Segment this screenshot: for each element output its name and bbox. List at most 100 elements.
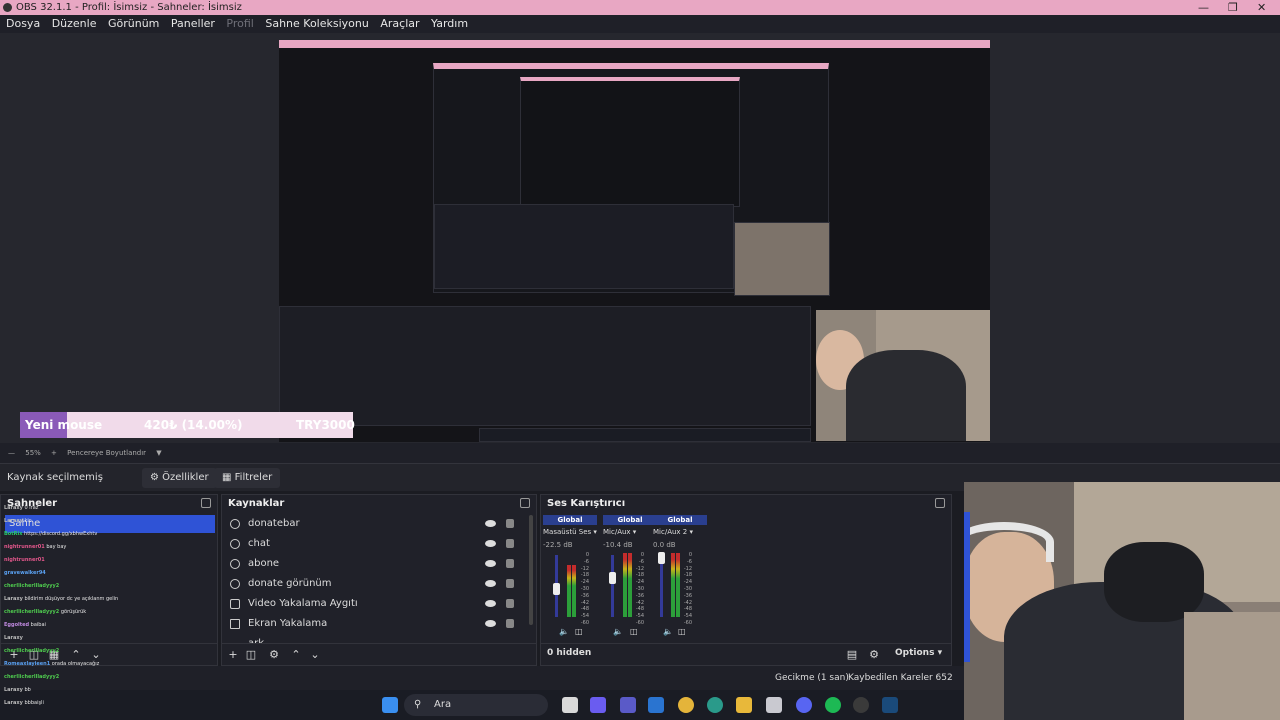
edge-icon[interactable] [707,697,723,713]
menu-help[interactable]: Yardım [431,17,468,30]
sources-dock: Kaynaklar donatebar chat abone donate gö… [221,494,537,666]
nested-obs-window [434,204,734,289]
gear-icon[interactable]: ⚙ [267,648,281,662]
move-up-icon[interactable]: ⌃ [289,648,303,662]
volume-knob[interactable] [609,572,616,584]
monitor-icon[interactable]: ◫ [678,627,686,636]
trash-icon[interactable]: ◫ [244,648,258,662]
source-item[interactable]: Ekran Yakalama [226,614,522,634]
window-title: OBS 32.1.1 - Profil: İsimsiz - Sahneler:… [16,2,242,13]
db-scale: 0 -6 -12 -18 -24 -30 -36 -42 -48 -54 -60 [580,552,589,626]
windows-start-icon[interactable] [382,697,398,713]
copilot-icon[interactable] [590,697,606,713]
source-item[interactable]: donatebar [226,514,522,534]
source-item[interactable]: donate görünüm [226,574,522,594]
move-up-icon[interactable]: ⌃ [69,648,83,662]
chrome-icon[interactable] [678,697,694,713]
sources-scrollbar[interactable] [529,515,533,625]
eye-icon[interactable] [485,540,496,547]
store-icon[interactable] [766,697,782,713]
add-source-button[interactable]: + [226,648,240,662]
source-item[interactable]: chat [226,534,522,554]
level-meter [676,553,680,617]
channel-name[interactable]: Mic/Aux ▾ [603,525,657,539]
volume-slider[interactable] [611,555,614,617]
close-button[interactable]: ✕ [1257,0,1266,15]
browser-source-icon [230,579,240,589]
mixer-header: Ses Karıştırıcı [547,498,626,509]
goal-amount: 420₺ (14.00%) [144,418,243,432]
scene-item-sahne[interactable]: Sahne [5,515,215,533]
channel-name[interactable]: Mic/Aux 2 ▾ [653,525,707,539]
maximize-button[interactable]: ❐ [1228,0,1238,15]
minimize-button[interactable]: — [1198,0,1209,15]
obs-logo-icon [3,3,12,12]
lock-icon[interactable] [506,579,514,588]
teams-icon[interactable] [620,697,636,713]
lock-icon[interactable] [506,539,514,548]
taskbar: ⚲ Ara [0,690,964,720]
menu-view[interactable]: Görünüm [108,17,159,30]
eye-icon[interactable] [485,580,496,587]
level-meter [628,553,632,617]
latency-status: Gecikme (1 san) [775,673,849,683]
undock-icon[interactable] [935,498,945,508]
scenes-toolbar: + ◫ ▦ ⌃ ⌄ [1,643,217,665]
menu-edit[interactable]: Düzenle [52,17,97,30]
monitor-icon[interactable]: ◫ [630,627,638,636]
undock-icon[interactable] [520,498,530,508]
menu-docks[interactable]: Paneller [171,17,215,30]
nested-preview [433,63,830,296]
chevron-down-icon[interactable]: ▼ [156,449,161,457]
discord-icon[interactable] [796,697,812,713]
lock-icon[interactable] [506,519,514,528]
source-item[interactable]: abone [226,554,522,574]
file-explorer-icon[interactable] [736,697,752,713]
menu-file[interactable]: Dosya [6,17,40,30]
level-meter [623,553,627,617]
menu-bar: Dosya Düzenle Görünüm Paneller Profil Sa… [0,15,1280,33]
steam-icon[interactable] [882,697,898,713]
mail-icon[interactable] [648,697,664,713]
scene-filters-icon[interactable]: ▦ [47,648,61,662]
properties-button[interactable]: ⚙ Özellikler [142,468,217,488]
eye-icon[interactable] [485,620,496,627]
zoom-out-button[interactable]: — [8,449,15,457]
obs-icon[interactable] [853,697,869,713]
lock-icon[interactable] [506,619,514,628]
menu-scene-collection[interactable]: Sahne Koleksiyonu [265,17,369,30]
options-button[interactable]: Options ▾ [895,648,942,658]
filters-button[interactable]: ▦ Filtreler [214,468,281,488]
volume-knob[interactable] [658,552,665,564]
resize-to-window[interactable]: Pencereye Boyutlandır [67,449,146,457]
speaker-icon[interactable]: 🔈 [613,627,623,636]
channel-name[interactable]: Masaüstü Ses ▾ [543,525,597,539]
volume-slider[interactable] [660,555,663,617]
nested-taskbar [479,428,811,442]
move-down-icon[interactable]: ⌄ [89,648,103,662]
undock-icon[interactable] [201,498,211,508]
menu-tools[interactable]: Araçlar [380,17,419,30]
taskbar-search[interactable]: ⚲ Ara [404,694,548,716]
zoom-in-button[interactable]: + [51,449,57,457]
zoom-bar: — 55% + Pencereye Boyutlandır ▼ [0,443,1280,463]
eye-icon[interactable] [485,600,496,607]
monitor-icon[interactable]: ◫ [575,627,583,636]
add-scene-button[interactable]: + [7,648,21,662]
trash-icon[interactable]: ◫ [27,648,41,662]
lock-icon[interactable] [506,559,514,568]
menu-profile[interactable]: Profil [226,17,253,30]
speaker-icon[interactable]: 🔈 [663,627,673,636]
eye-icon[interactable] [485,560,496,567]
lock-icon[interactable] [506,599,514,608]
move-down-icon[interactable]: ⌄ [308,648,322,662]
volume-knob[interactable] [553,583,560,595]
layout-toggle-icon[interactable]: ▤ [845,648,859,662]
advanced-audio-icon[interactable]: ⚙ [867,648,881,662]
spotify-icon[interactable] [825,697,841,713]
speaker-icon[interactable]: 🔈 [559,627,569,636]
eye-icon[interactable] [485,520,496,527]
source-item[interactable]: Video Yakalama Aygıtı [226,594,522,614]
task-view-icon[interactable] [562,697,578,713]
channel-db: -10.4 dB [603,541,633,549]
